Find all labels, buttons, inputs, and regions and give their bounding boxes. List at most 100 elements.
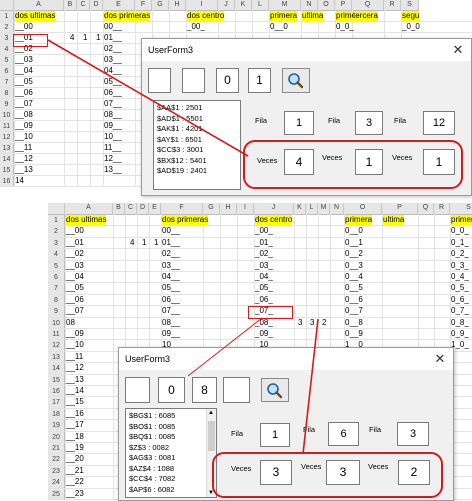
column-header[interactable]: N — [330, 203, 344, 215]
column-header[interactable]: J — [254, 203, 294, 215]
table-cell[interactable]: dos primeras — [104, 11, 151, 21]
table-cell[interactable]: __00 — [15, 22, 33, 32]
results-list[interactable]: $AA$1 : 2501 $AD$1 : 5501 $AK$1 : 4201 $… — [153, 100, 241, 190]
column-header[interactable]: D — [90, 0, 103, 11]
list-item[interactable]: $AD$19 : 2401 — [157, 166, 237, 177]
table-cell[interactable]: __22 — [66, 477, 84, 487]
list-item[interactable]: $AA$1 : 2501 — [157, 103, 237, 114]
column-header[interactable]: M — [318, 203, 330, 215]
scroll-up-icon[interactable]: ▲ — [208, 410, 214, 416]
list-item[interactable]: $BG$1 : 6085 — [129, 411, 204, 422]
table-cell[interactable]: _05_ — [255, 283, 273, 293]
list-item[interactable]: $BQ$1 : 0085 — [129, 432, 204, 443]
input-box-4[interactable] — [223, 377, 250, 403]
column-header[interactable]: O — [344, 203, 382, 215]
fila-value-1[interactable]: 1 — [260, 423, 290, 447]
column-header[interactable]: R — [384, 0, 401, 11]
table-cell[interactable]: 09__ — [104, 121, 122, 131]
table-cell[interactable]: _06_ — [255, 295, 273, 305]
list-item[interactable]: $Z$3 : 0082 — [129, 443, 204, 454]
input-box-4[interactable]: 1 — [248, 68, 271, 93]
table-cell[interactable]: 0__1 — [345, 238, 363, 248]
table-cell[interactable]: __13 — [66, 375, 84, 385]
table-cell[interactable]: 0_6_ — [451, 295, 469, 305]
column-header[interactable]: L — [252, 0, 269, 11]
list-item[interactable]: $AK$1 : 4201 — [157, 124, 237, 135]
table-cell[interactable]: 1 — [154, 238, 158, 248]
column-header[interactable]: P — [382, 203, 418, 215]
table-cell[interactable]: __12 — [66, 363, 84, 373]
fila-value-3[interactable]: 12 — [423, 111, 455, 135]
table-cell[interactable]: __04 — [15, 66, 33, 76]
table-cell[interactable]: __11 — [15, 143, 32, 153]
table-cell[interactable]: 0_1_ — [451, 238, 469, 248]
close-icon[interactable]: ✕ — [431, 348, 449, 370]
column-header[interactable]: O — [318, 0, 335, 11]
table-cell[interactable]: primera — [451, 215, 472, 226]
column-header[interactable]: L — [306, 203, 318, 215]
table-cell[interactable]: _04_ — [255, 272, 273, 282]
table-cell[interactable]: _02_ — [255, 249, 273, 259]
table-cell[interactable]: 04__ — [104, 66, 122, 76]
table-cell[interactable]: __03 — [15, 55, 33, 65]
table-cell[interactable]: _09_ — [255, 329, 273, 339]
table-cell[interactable]: 12__ — [104, 154, 122, 164]
table-cell[interactable]: 01__ — [104, 33, 122, 43]
search-button[interactable] — [282, 68, 310, 93]
fila-value-2[interactable]: 6 — [328, 422, 359, 446]
table-cell[interactable]: 04__ — [162, 272, 180, 282]
table-cell[interactable]: 00__ — [162, 226, 180, 236]
table-cell[interactable]: 0__7 — [345, 306, 363, 316]
select-all-corner[interactable] — [48, 203, 65, 215]
column-header[interactable]: C — [77, 0, 90, 11]
table-cell[interactable]: _08_ — [255, 318, 273, 328]
list-item[interactable]: $AY$1 : 6501 — [157, 135, 237, 146]
input-box-2[interactable]: 0 — [158, 377, 185, 403]
table-cell[interactable]: __00 — [66, 226, 84, 236]
column-header[interactable]: Q — [352, 0, 384, 11]
table-cell[interactable]: __07 — [66, 306, 84, 316]
table-cell[interactable]: ultima — [383, 215, 405, 226]
fila-value-3[interactable]: 3 — [397, 422, 429, 446]
table-cell[interactable]: __15 — [66, 397, 84, 407]
table-cell[interactable]: 0_0_ — [336, 22, 354, 32]
column-header[interactable]: J — [218, 0, 235, 11]
table-cell[interactable]: 13__ — [104, 165, 122, 175]
table-cell[interactable]: 0_5_ — [451, 283, 469, 293]
search-button[interactable] — [261, 378, 289, 402]
table-cell[interactable]: 1 — [142, 238, 146, 248]
table-cell[interactable]: __03 — [66, 261, 84, 271]
table-cell[interactable]: __06 — [66, 295, 84, 305]
table-cell[interactable]: dos primeras — [162, 215, 209, 226]
table-cell[interactable]: 0_8_ — [451, 318, 469, 328]
table-cell[interactable]: __14 — [66, 386, 84, 396]
column-header[interactable]: G — [152, 0, 169, 11]
column-header[interactable]: K — [235, 0, 252, 11]
table-cell[interactable]: 0__5 — [345, 283, 363, 293]
list-item[interactable]: $AZ$4 : 1088 — [129, 464, 204, 475]
column-header[interactable]: Q — [418, 203, 434, 215]
table-cell[interactable]: 3 — [310, 318, 314, 328]
table-cell[interactable]: _03_ — [255, 261, 273, 271]
input-box-3[interactable]: 8 — [192, 377, 217, 403]
table-cell[interactable]: 0__6 — [345, 295, 363, 305]
column-header[interactable]: S — [401, 0, 419, 11]
table-cell[interactable]: __07 — [15, 99, 33, 109]
table-cell[interactable]: __18 — [66, 432, 84, 442]
table-cell[interactable]: 3 — [298, 318, 302, 328]
table-cell[interactable]: 01__ — [162, 238, 180, 248]
fila-value-2[interactable]: 3 — [355, 111, 383, 135]
list-item[interactable]: $AD$1 : 5501 — [157, 114, 237, 125]
table-cell[interactable]: __23 — [66, 489, 84, 499]
table-cell[interactable]: 1 — [96, 33, 100, 43]
results-list[interactable]: $BG$1 : 6085 $BO$1 : 0085 $BQ$1 : 0085 $… — [125, 408, 217, 498]
column-header[interactable]: E — [149, 203, 161, 215]
table-cell[interactable]: 0__9 — [345, 329, 363, 339]
table-cell[interactable]: 00__ — [104, 22, 122, 32]
table-cell[interactable]: __16 — [66, 409, 84, 419]
column-header[interactable]: B — [64, 0, 77, 11]
table-cell[interactable]: 0_2_ — [451, 249, 469, 259]
table-cell[interactable]: __10 — [66, 340, 84, 350]
table-cell[interactable]: __21 — [66, 466, 84, 476]
column-header[interactable]: M — [269, 0, 301, 11]
